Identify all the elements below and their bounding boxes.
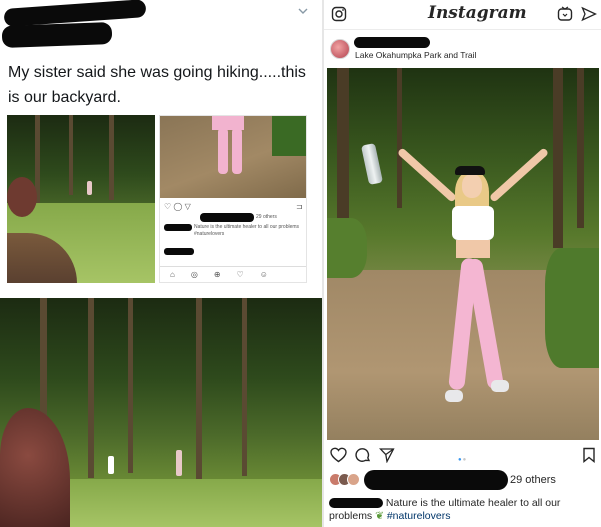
redacted-profile-handle: [1, 22, 113, 48]
comment-icon[interactable]: [354, 446, 372, 464]
redacted-commenter-2: [164, 248, 194, 255]
leaf-emoji: ❦: [375, 510, 384, 522]
bottom-nav-icons: ⌂◎⊕♡☺: [170, 270, 284, 279]
instagram-post: Instagram Lake Okahumpka Park and Trail: [322, 0, 601, 527]
post-header: Lake Okahumpka Park and Trail: [324, 32, 601, 68]
heart-icon[interactable]: [329, 446, 347, 464]
bookmark-icon: ⊐: [296, 202, 303, 211]
likes-text[interactable]: 29 others: [510, 474, 556, 486]
post-caption: Nature is the ultimate healer to all our…: [329, 497, 599, 523]
avatar[interactable]: [330, 39, 350, 59]
redacted-liker: [200, 213, 254, 222]
post-location[interactable]: Lake Okahumpka Park and Trail: [355, 50, 476, 60]
backyard-photo[interactable]: [7, 115, 155, 283]
carousel-dots: ●●: [458, 457, 468, 463]
instagram-logo: Instagram: [428, 3, 527, 23]
water-bottle: [360, 142, 384, 186]
post-actions: ●●: [324, 442, 601, 468]
instagram-header: Instagram: [324, 0, 601, 30]
tweet-text: My sister said she was going hiking.....…: [8, 64, 306, 106]
igtv-icon[interactable]: [556, 5, 574, 23]
instagram-post-screenshot[interactable]: ♡ ◯ ▽ ⊐ 29 others Nature is the ultimate…: [159, 115, 307, 283]
likes-row: 29 others: [324, 470, 601, 496]
chevron-down-icon[interactable]: [298, 6, 308, 18]
camera-icon[interactable]: [330, 5, 348, 23]
redacted-username: [354, 37, 430, 48]
redacted-commenter: [164, 224, 192, 231]
backyard-wide-photo[interactable]: [0, 298, 322, 527]
redacted-caption-username: [329, 498, 383, 509]
hashtag-link[interactable]: #naturelovers: [387, 510, 451, 522]
heart-icon: ♡ ◯ ▽: [164, 202, 191, 211]
thumb-likes: 29 others: [256, 214, 277, 220]
redacted-liker: [364, 470, 508, 490]
thumb-caption: Nature is the ultimate healer to all our…: [194, 224, 300, 237]
send-icon[interactable]: [580, 5, 598, 23]
post-photo[interactable]: [327, 68, 599, 440]
tweet-card: My sister said she was going hiking.....…: [0, 0, 322, 527]
send-icon[interactable]: [378, 446, 396, 464]
cap: [455, 166, 485, 175]
liker-avatars: [329, 473, 363, 487]
bookmark-icon[interactable]: [580, 446, 598, 464]
